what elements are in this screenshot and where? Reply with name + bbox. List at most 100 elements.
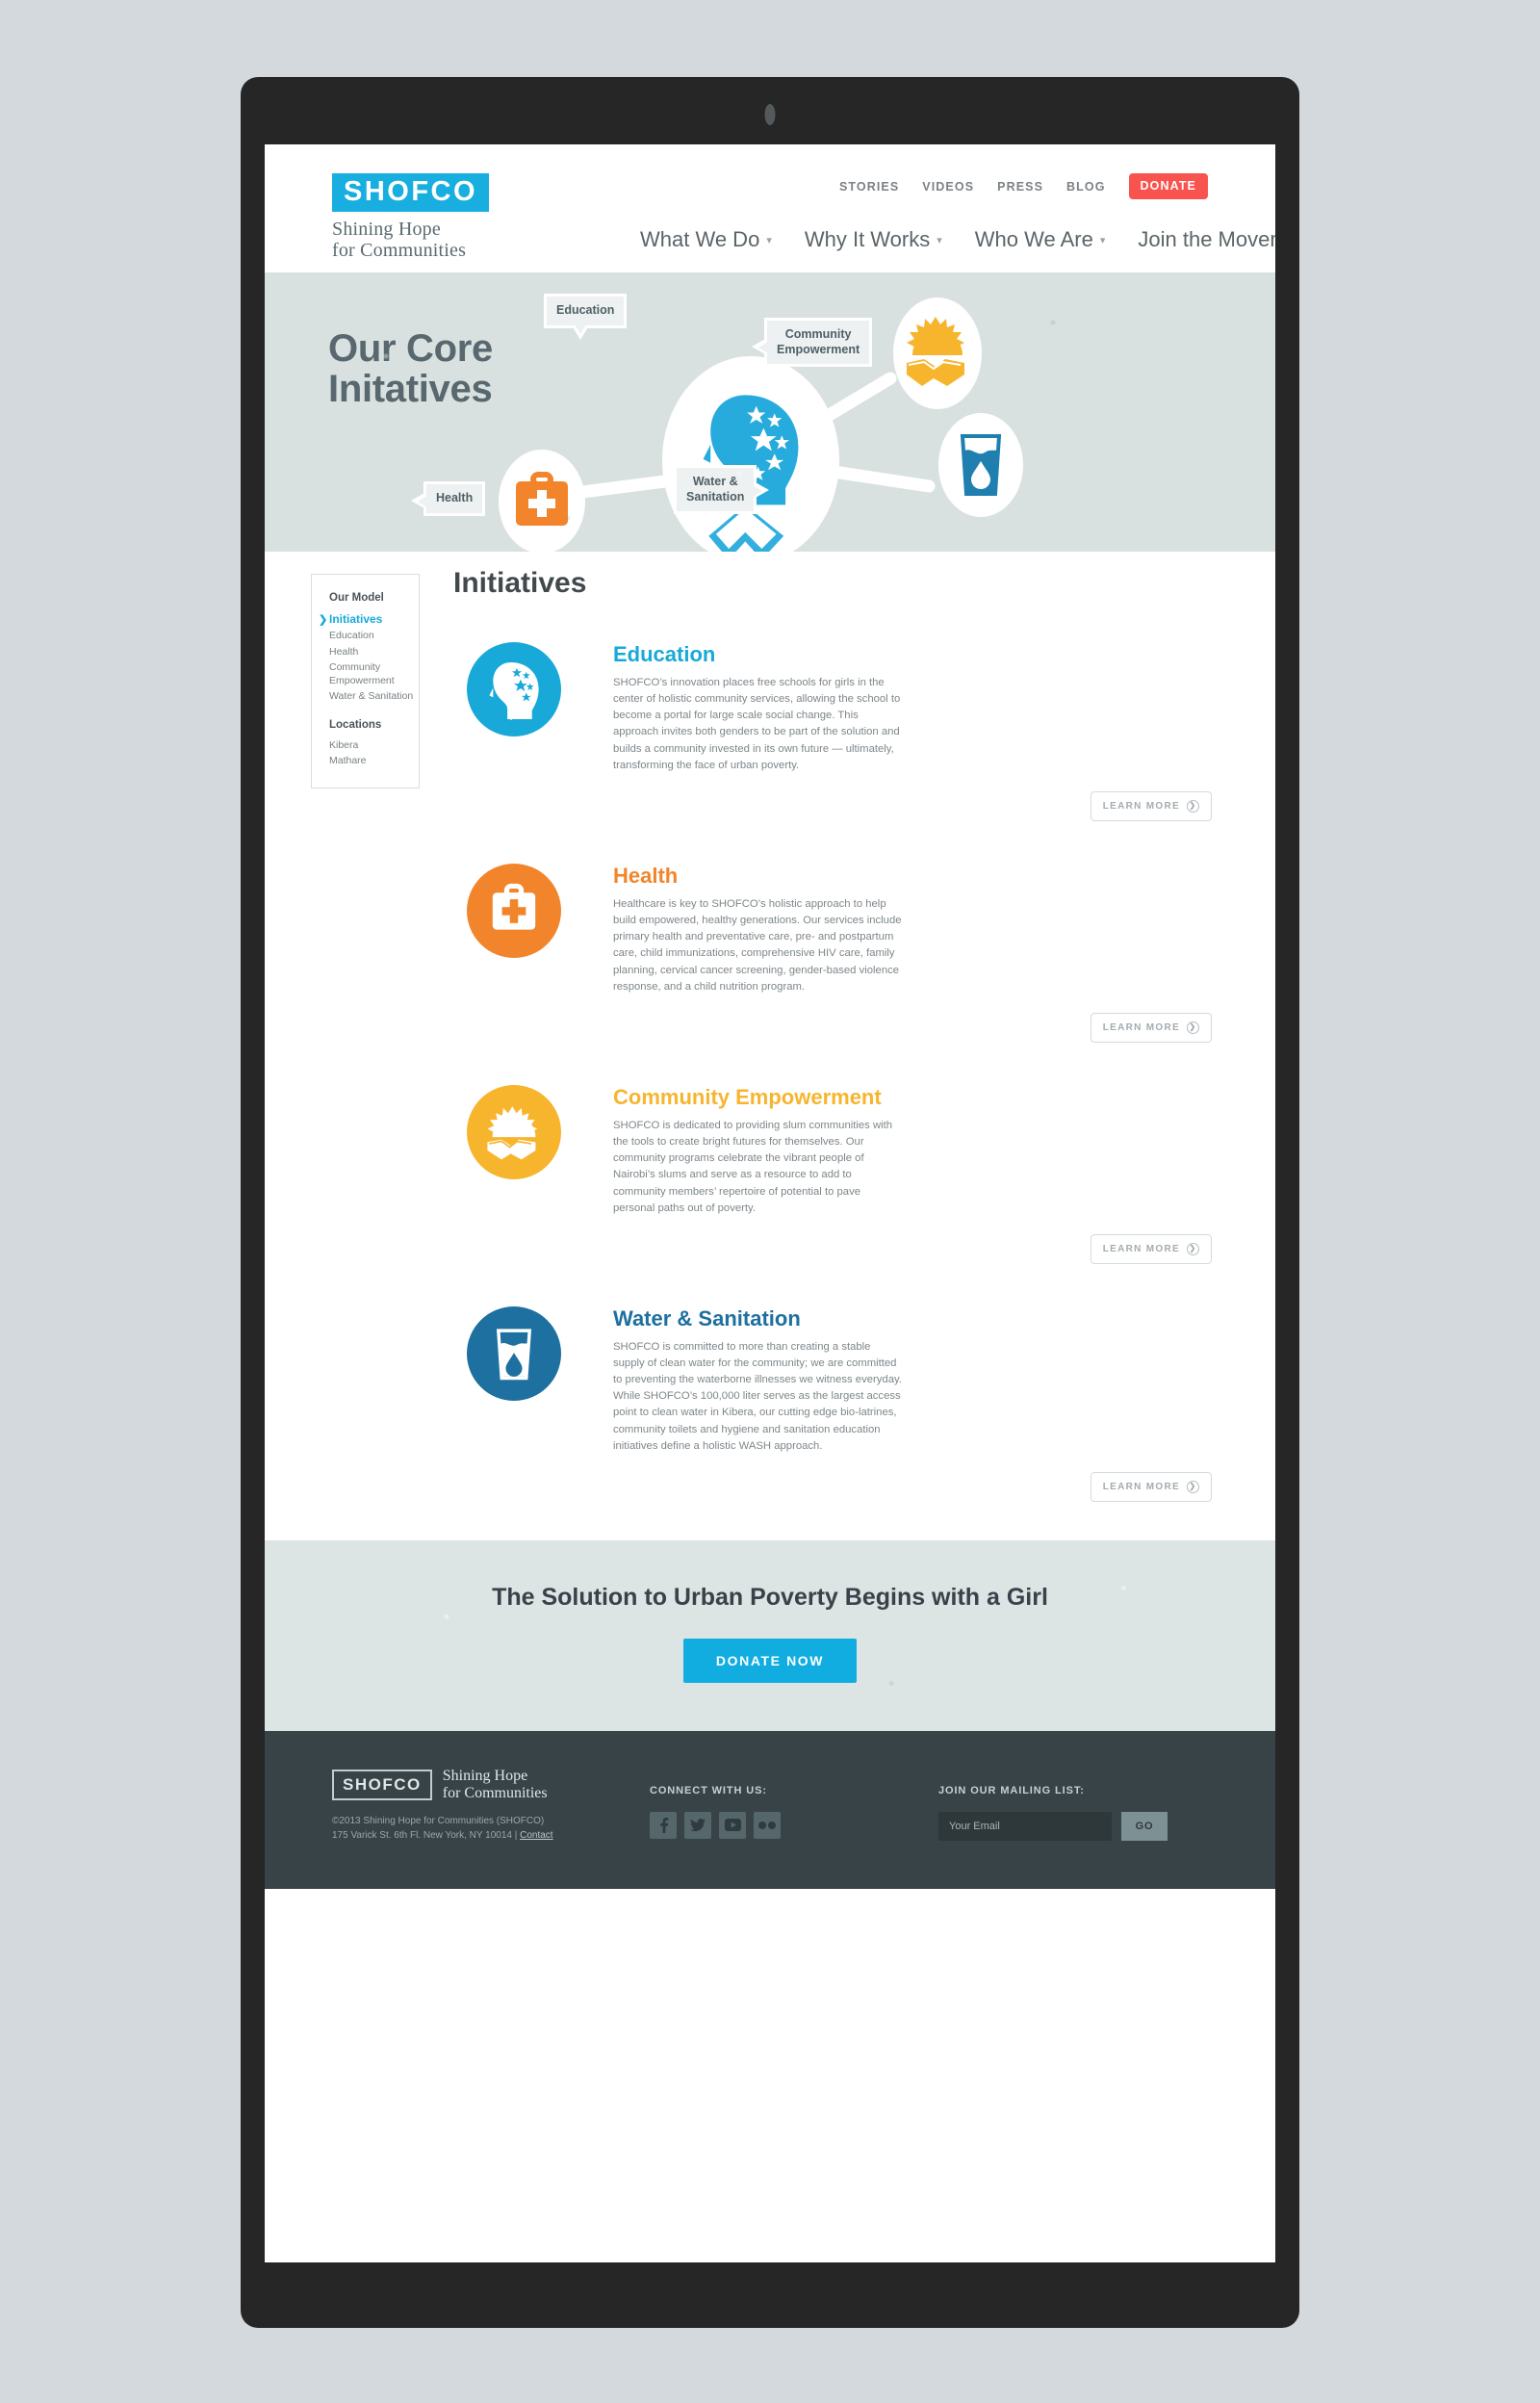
callout-water-line1: Water & xyxy=(692,475,738,488)
nav-who-we-are[interactable]: Who We Are ▾ xyxy=(975,227,1106,252)
learn-more-row-community-empowerment: LEARN MORE ❯ xyxy=(453,1233,1216,1264)
mailing-form: GO xyxy=(938,1811,1168,1841)
learn-more-button-community-empowerment[interactable]: LEARN MORE ❯ xyxy=(1090,1233,1212,1264)
initiative-description-water-sanitation: SHOFCO is committed to more than creatin… xyxy=(613,1340,902,1452)
initiative-row-education: Education SHOFCO’s innovation places fre… xyxy=(453,600,1216,774)
logo-tagline: Shining Hope for Communities xyxy=(332,219,489,262)
nav-who-we-are-label: Who We Are xyxy=(974,227,1093,251)
utility-nav-videos[interactable]: VIDEOS xyxy=(922,180,974,194)
site-logo[interactable]: SHOFCO Shining Hope for Communities xyxy=(332,173,490,262)
footer-connect-title: CONNECT WITH US: xyxy=(650,1784,767,1796)
sidebar-item-kibera[interactable]: Kibera xyxy=(329,739,419,752)
footer-connect: CONNECT WITH US: xyxy=(650,1768,938,1843)
twitter-icon[interactable] xyxy=(684,1811,711,1839)
initiative-body-education: Education SHOFCO’s innovation places fre… xyxy=(613,642,902,774)
logo-tagline-line1: Shining Hope xyxy=(332,219,441,240)
utility-nav-press[interactable]: PRESS xyxy=(997,180,1043,194)
initiative-description-community-empowerment: SHOFCO is dedicated to providing slum co… xyxy=(613,1119,893,1214)
site-header: SHOFCO Shining Hope for Communities STOR… xyxy=(265,144,1275,272)
initiative-body-health: Health Healthcare is key to SHOFCO’s hol… xyxy=(613,864,902,995)
sidebar-item-initiatives[interactable]: ❯ Initiatives xyxy=(319,612,419,627)
callout-water-line2: Sanitation xyxy=(686,489,745,504)
learn-more-label: LEARN MORE xyxy=(1102,1243,1180,1254)
arrow-right-circle-icon: ❯ xyxy=(1187,1021,1199,1034)
core-initiatives-diagram xyxy=(499,297,1023,552)
main-nav: What We Do ▾ Why It Works ▾ Who We Are ▾… xyxy=(640,227,1275,252)
initiative-row-health: Health Healthcare is key to SHOFCO’s hol… xyxy=(453,821,1216,995)
learn-more-label: LEARN MORE xyxy=(1102,800,1180,812)
tablet-device-frame: SHOFCO Shining Hope for Communities STOR… xyxy=(241,77,1299,2328)
callout-tail-inner xyxy=(758,342,768,353)
footer-mailing-title: JOIN OUR MAILING LIST: xyxy=(938,1784,1085,1796)
learn-more-label: LEARN MORE xyxy=(1102,1481,1180,1492)
learn-more-row-education: LEARN MORE ❯ xyxy=(453,790,1216,821)
donate-button[interactable]: DONATE xyxy=(1128,173,1208,199)
youtube-icon[interactable] xyxy=(719,1811,746,1839)
initiative-title-water-sanitation: Water & Sanitation xyxy=(613,1305,801,1331)
logo-tagline-line2: for Communities xyxy=(332,240,467,262)
chevron-right-icon: ❯ xyxy=(319,614,328,626)
footer-contact-link[interactable]: Contact xyxy=(520,1830,552,1841)
sidebar-item-community-empowerment[interactable]: Community Empowerment xyxy=(329,661,419,687)
initiative-description-education: SHOFCO’s innovation places free schools … xyxy=(613,677,901,771)
arrow-right-circle-icon: ❯ xyxy=(1187,1242,1199,1255)
logo-wordmark: SHOFCO xyxy=(332,173,490,212)
footer-logo-tagline: Shining Hope for Communities xyxy=(443,1768,548,1801)
utility-nav-stories[interactable]: STORIES xyxy=(839,180,899,194)
sidebar-item-health[interactable]: Health xyxy=(329,646,419,659)
sidebar-group-title-our-model: Our Model xyxy=(329,592,384,604)
learn-more-button-education[interactable]: LEARN MORE ❯ xyxy=(1090,790,1212,821)
nav-what-we-do[interactable]: What We Do ▾ xyxy=(640,227,772,252)
callout-community-line1: Community xyxy=(784,327,852,341)
email-input[interactable] xyxy=(938,1811,1112,1841)
chevron-down-icon: ▾ xyxy=(1099,234,1106,246)
learn-more-button-health[interactable]: LEARN MORE ❯ xyxy=(1090,1012,1212,1043)
callout-water-sanitation: Water & Sanitation xyxy=(674,465,770,515)
callout-health-label: Health xyxy=(436,491,474,504)
learn-more-button-water-sanitation[interactable]: LEARN MORE ❯ xyxy=(1090,1471,1212,1502)
screenshot-root: SHOFCO Shining Hope for Communities STOR… xyxy=(0,0,1540,2403)
utility-nav: STORIES VIDEOS PRESS BLOG DONATE xyxy=(839,173,1208,199)
page-title: Initiatives xyxy=(453,567,587,599)
footer-mailing-list: JOIN OUR MAILING LIST: GO xyxy=(938,1768,1168,1843)
learn-more-label: LEARN MORE xyxy=(1102,1021,1180,1033)
callout-education-label: Education xyxy=(556,303,615,317)
footer-address: 175 Varick St. 6th Fl. New York, NY 1001… xyxy=(332,1830,512,1842)
callout-community-empowerment: Community Empowerment xyxy=(752,318,873,368)
sidebar-item-mathare[interactable]: Mathare xyxy=(329,755,419,767)
mailing-go-button[interactable]: GO xyxy=(1121,1811,1168,1841)
learn-more-row-health: LEARN MORE ❯ xyxy=(453,1012,1216,1043)
learn-more-row-water-sanitation: LEARN MORE ❯ xyxy=(453,1471,1216,1502)
initiative-row-community-empowerment: Community Empowerment SHOFCO is dedicate… xyxy=(453,1043,1216,1217)
arrow-right-circle-icon: ❯ xyxy=(1187,1480,1199,1493)
secondary-sidebar: Our Model ❯ Initiatives Education Health… xyxy=(311,574,420,789)
nav-why-it-works[interactable]: Why It Works ▾ xyxy=(805,227,942,252)
flickr-icon[interactable] xyxy=(754,1811,781,1839)
sidebar-item-water-sanitation[interactable]: Water & Sanitation xyxy=(329,690,419,703)
sidebar-item-education[interactable]: Education xyxy=(329,630,419,642)
social-links xyxy=(650,1811,938,1839)
callout-tail-inner xyxy=(575,323,586,334)
callout-education: Education xyxy=(544,294,628,340)
initiative-row-water-sanitation: Water & Sanitation SHOFCO is committed t… xyxy=(453,1264,1216,1455)
water-glass-icon xyxy=(467,1305,561,1401)
medical-bag-icon xyxy=(467,863,561,958)
donate-now-button[interactable]: DONATE NOW xyxy=(682,1638,858,1683)
arrow-right-circle-icon: ❯ xyxy=(1187,799,1199,813)
footer-legal: ©2013 Shining Hope for Communities (SHOF… xyxy=(332,1814,650,1843)
footer-logo[interactable]: SHOFCO Shining Hope for Communities xyxy=(332,1768,650,1801)
utility-nav-blog[interactable]: BLOG xyxy=(1066,180,1106,194)
footer-address-separator: | xyxy=(514,1830,518,1842)
callout-tail-inner xyxy=(753,485,763,497)
initiative-title-education: Education xyxy=(613,642,716,666)
footer-logo-wordmark: SHOFCO xyxy=(332,1769,432,1800)
facebook-icon[interactable] xyxy=(650,1811,677,1839)
sidebar-item-initiatives-label: Initiatives xyxy=(329,612,383,626)
initiative-body-water-sanitation: Water & Sanitation SHOFCO is committed t… xyxy=(613,1306,902,1455)
footer-address-row: 175 Varick St. 6th Fl. New York, NY 1001… xyxy=(332,1828,650,1843)
callout-health: Health xyxy=(411,481,486,516)
nav-join-the-movement[interactable]: Join the Movement ▾ xyxy=(1138,227,1275,252)
donate-cta-section: The Solution to Urban Poverty Begins wit… xyxy=(265,1539,1275,1731)
hero-banner: Our Core Initatives Education Community … xyxy=(265,272,1275,552)
initiative-body-community-empowerment: Community Empowerment SHOFCO is dedicate… xyxy=(613,1085,902,1217)
